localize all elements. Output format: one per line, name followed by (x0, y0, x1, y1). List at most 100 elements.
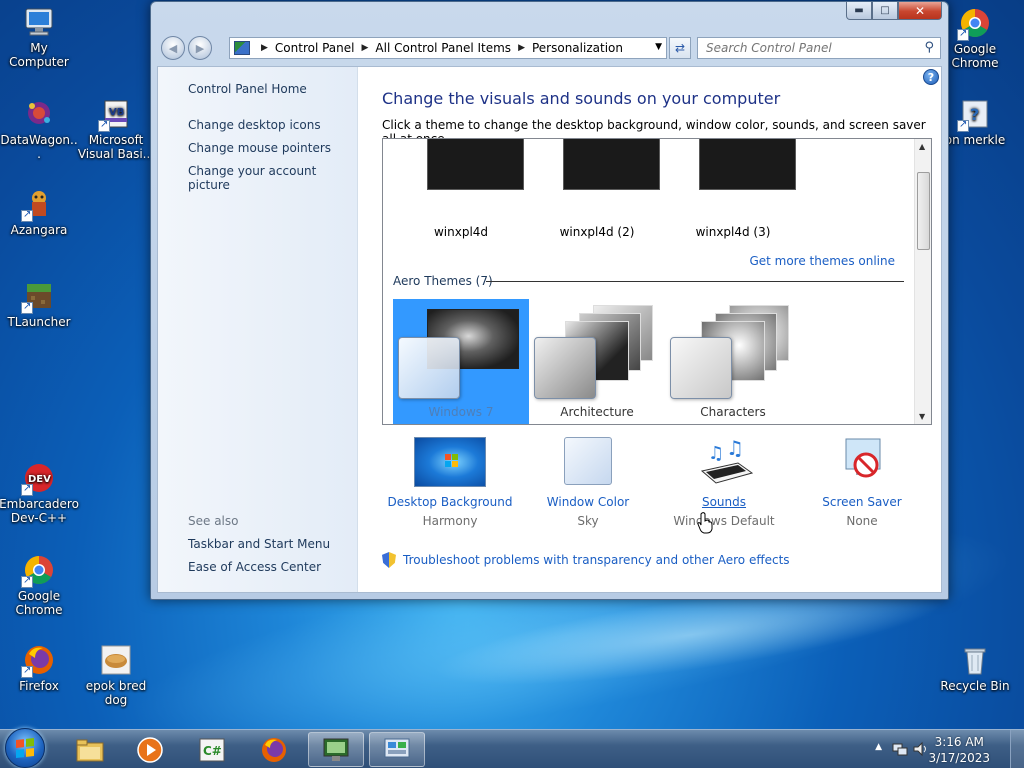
theme-name-winxpl4d[interactable]: winxpl4d (393, 225, 529, 239)
breadcrumb-control-panel[interactable]: Control Panel (275, 41, 355, 55)
theme-list-scrollbar[interactable]: ▲ ▼ (914, 139, 931, 424)
desktop-background-link[interactable]: Desktop Background (382, 495, 518, 509)
back-button[interactable]: ◀ (161, 36, 185, 60)
taskbar-media-player-button[interactable] (122, 732, 178, 767)
desktop-icon-epok-bred-dog[interactable]: epok bred dog (76, 644, 156, 707)
desktop-icon-label: DataWagon... (0, 133, 78, 161)
shortcut-arrow-icon (21, 664, 33, 678)
taskbar-control-panel-button[interactable] (369, 732, 425, 767)
breadcrumb-all-items[interactable]: All Control Panel Items (375, 41, 511, 55)
desktop-icon-label: Google Chrome (15, 589, 63, 617)
theme-name-winxpl4d-3[interactable]: winxpl4d (3) (665, 225, 801, 239)
desktop-icon-datawagon[interactable]: DataWagon... (0, 98, 79, 161)
scrollbar-thumb[interactable] (917, 172, 930, 250)
refresh-button[interactable]: ⇄ (669, 37, 691, 59)
scroll-up-icon[interactable]: ▲ (919, 142, 925, 151)
show-hidden-icons-icon[interactable]: ▲ (875, 742, 882, 752)
window-color-icon (552, 437, 624, 487)
theme-list[interactable]: winxpl4d winxpl4d (2) winxpl4d (3) Get m… (382, 138, 932, 425)
navigation-bar: ◀ ▶ ▶ Control Panel ▶ All Control Panel … (159, 34, 941, 62)
shortcut-arrow-icon (98, 118, 110, 132)
desktop-icon-label: Embarcadero Dev-C++ (0, 497, 79, 525)
get-more-themes-link[interactable]: Get more themes online (749, 254, 895, 268)
control-panel-home-link[interactable]: Control Panel Home (188, 82, 307, 96)
theme-tile-architecture[interactable]: Architecture (529, 299, 665, 424)
scroll-down-icon[interactable]: ▼ (919, 412, 925, 421)
bread-image-icon (100, 644, 132, 676)
chrome-icon (957, 7, 991, 41)
breadcrumb-separator-icon[interactable]: ▶ (518, 43, 525, 53)
network-icon[interactable] (892, 741, 908, 757)
search-icon[interactable]: ⚲ (924, 40, 934, 55)
folder-icon (76, 739, 104, 761)
unknown-file-icon: ? (957, 98, 991, 132)
desktop-background-item[interactable]: Desktop Background Harmony (382, 437, 518, 528)
close-button[interactable]: ✕ (898, 2, 942, 20)
hand-cursor-icon (697, 512, 713, 534)
window-color-item[interactable]: Window Color Sky (520, 437, 656, 528)
search-box[interactable]: ⚲ (697, 37, 941, 59)
address-dropdown-icon[interactable]: ▼ (655, 42, 662, 52)
firefox-icon (262, 737, 286, 762)
taskbar: C# ▲ 3:16 AM 3/17/2023 (0, 728, 1024, 768)
theme-name-winxpl4d-2[interactable]: winxpl4d (2) (529, 225, 665, 239)
forward-button[interactable]: ▶ (188, 36, 212, 60)
change-account-picture-link[interactable]: Change your account picture (188, 164, 357, 192)
theme-thumbnail[interactable] (427, 139, 524, 190)
dev-cpp-icon: DEV (21, 462, 55, 496)
taskbar-start-menu-link[interactable]: Taskbar and Start Menu (188, 537, 330, 551)
shortcut-arrow-icon (21, 482, 33, 496)
monitor-icon (323, 738, 349, 761)
sounds-item[interactable]: ♫ ♫ Sounds Windows Default (656, 436, 792, 528)
taskbar-csharp-button[interactable]: C# (184, 732, 240, 767)
media-player-icon (137, 736, 163, 763)
search-input[interactable] (698, 41, 908, 55)
troubleshoot-label[interactable]: Troubleshoot problems with transparency … (403, 553, 790, 567)
breadcrumb-personalization[interactable]: Personalization (532, 41, 623, 55)
desktop-icon-tlauncher[interactable]: TLauncher (0, 280, 79, 329)
caption-buttons: ▬ □ ✕ (846, 2, 942, 20)
left-pane: Control Panel Home Change desktop icons … (158, 67, 358, 592)
taskbar-firefox-button[interactable] (246, 732, 302, 767)
help-button[interactable]: ? (923, 69, 939, 85)
minimize-icon: ▬ (854, 5, 864, 16)
maximize-button[interactable]: □ (872, 2, 898, 20)
sounds-value: Windows Default (673, 514, 775, 528)
desktop-icon-azangara[interactable]: Azangara (0, 188, 79, 237)
desktop-background-value: Harmony (422, 514, 478, 528)
theme-tile-characters[interactable]: Characters (665, 299, 801, 424)
theme-tile-windows-7[interactable]: Windows 7 (393, 299, 529, 424)
close-icon: ✕ (914, 3, 926, 18)
svg-text:VB: VB (109, 107, 124, 118)
theme-thumbnail[interactable] (699, 139, 796, 190)
sounds-link[interactable]: Sounds (656, 495, 792, 509)
desktop-icon-visual-basic[interactable]: VB Microsoft Visual Basi... (76, 98, 156, 161)
desktop-icon-dev-cpp[interactable]: DEV Embarcadero Dev-C++ (0, 462, 79, 525)
screen-saver-icon (826, 437, 898, 487)
theme-thumbnail[interactable] (563, 139, 660, 190)
start-button[interactable] (5, 728, 45, 768)
breadcrumb-separator-icon[interactable]: ▶ (362, 43, 369, 53)
svg-text:♫: ♫ (708, 443, 724, 464)
theme-name-architecture: Architecture (560, 405, 634, 419)
taskbar-explorer-button[interactable] (62, 732, 118, 767)
taskbar-system-button[interactable] (308, 732, 364, 767)
clock[interactable]: 3:16 AM 3/17/2023 (928, 734, 990, 766)
minimize-button[interactable]: ▬ (846, 2, 872, 20)
window-color-link[interactable]: Window Color (520, 495, 656, 509)
show-desktop-button[interactable] (1010, 730, 1024, 768)
address-bar[interactable]: ▶ Control Panel ▶ All Control Panel Item… (229, 37, 667, 59)
screen-saver-item[interactable]: Screen Saver None (794, 437, 930, 528)
shortcut-arrow-icon (21, 574, 33, 588)
desktop-icon-my-computer[interactable]: My Computer (0, 6, 79, 69)
see-also-heading: See also (188, 514, 239, 528)
chrome-icon (21, 554, 55, 588)
screen-saver-link[interactable]: Screen Saver (794, 495, 930, 509)
desktop-icon-recycle-bin[interactable]: Recycle Bin (935, 644, 1015, 693)
change-mouse-pointers-link[interactable]: Change mouse pointers (188, 141, 331, 155)
change-desktop-icons-link[interactable]: Change desktop icons (188, 118, 321, 132)
desktop-icon-firefox[interactable]: Firefox (0, 644, 79, 693)
desktop-icon-chrome-left[interactable]: Google Chrome (0, 554, 79, 617)
ease-of-access-link[interactable]: Ease of Access Center (188, 560, 321, 574)
troubleshoot-aero-link[interactable]: Troubleshoot problems with transparency … (382, 552, 790, 568)
